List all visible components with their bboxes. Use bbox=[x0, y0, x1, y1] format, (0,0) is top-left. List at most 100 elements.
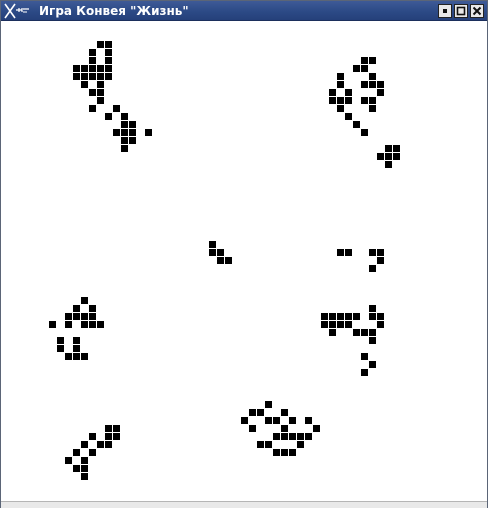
live-cell[interactable] bbox=[313, 425, 320, 432]
live-cell[interactable] bbox=[337, 321, 344, 328]
live-cell[interactable] bbox=[105, 433, 112, 440]
live-cell[interactable] bbox=[65, 353, 72, 360]
live-cell[interactable] bbox=[361, 129, 368, 136]
live-cell[interactable] bbox=[241, 417, 248, 424]
live-cell[interactable] bbox=[265, 401, 272, 408]
live-cell[interactable] bbox=[113, 433, 120, 440]
live-cell[interactable] bbox=[89, 57, 96, 64]
live-cell[interactable] bbox=[97, 321, 104, 328]
live-cell[interactable] bbox=[121, 121, 128, 128]
game-board-grid[interactable] bbox=[3, 23, 484, 498]
live-cell[interactable] bbox=[377, 81, 384, 88]
live-cell[interactable] bbox=[337, 249, 344, 256]
live-cell[interactable] bbox=[273, 433, 280, 440]
live-cell[interactable] bbox=[353, 121, 360, 128]
live-cell[interactable] bbox=[217, 249, 224, 256]
live-cell[interactable] bbox=[393, 153, 400, 160]
live-cell[interactable] bbox=[105, 425, 112, 432]
live-cell[interactable] bbox=[377, 313, 384, 320]
live-cell[interactable] bbox=[369, 81, 376, 88]
live-cell[interactable] bbox=[121, 137, 128, 144]
live-cell[interactable] bbox=[145, 129, 152, 136]
live-cell[interactable] bbox=[361, 329, 368, 336]
live-cell[interactable] bbox=[361, 81, 368, 88]
live-cell[interactable] bbox=[385, 153, 392, 160]
live-cell[interactable] bbox=[353, 65, 360, 72]
app-x-icon[interactable] bbox=[3, 3, 33, 19]
live-cell[interactable] bbox=[249, 409, 256, 416]
live-cell[interactable] bbox=[81, 321, 88, 328]
live-cell[interactable] bbox=[81, 473, 88, 480]
live-cell[interactable] bbox=[89, 65, 96, 72]
live-cell[interactable] bbox=[377, 153, 384, 160]
live-cell[interactable] bbox=[129, 129, 136, 136]
live-cell[interactable] bbox=[305, 417, 312, 424]
live-cell[interactable] bbox=[281, 433, 288, 440]
live-cell[interactable] bbox=[129, 137, 136, 144]
live-cell[interactable] bbox=[249, 425, 256, 432]
live-cell[interactable] bbox=[369, 313, 376, 320]
live-cell[interactable] bbox=[73, 449, 80, 456]
live-cell[interactable] bbox=[105, 73, 112, 80]
live-cell[interactable] bbox=[345, 97, 352, 104]
live-cell[interactable] bbox=[377, 249, 384, 256]
live-cell[interactable] bbox=[361, 369, 368, 376]
live-cell[interactable] bbox=[297, 441, 304, 448]
live-cell[interactable] bbox=[377, 257, 384, 264]
live-cell[interactable] bbox=[89, 449, 96, 456]
live-cell[interactable] bbox=[97, 41, 104, 48]
live-cell[interactable] bbox=[97, 89, 104, 96]
live-cell[interactable] bbox=[81, 457, 88, 464]
live-cell[interactable] bbox=[129, 121, 136, 128]
maximize-button[interactable] bbox=[454, 4, 468, 18]
live-cell[interactable] bbox=[369, 329, 376, 336]
live-cell[interactable] bbox=[209, 249, 216, 256]
live-cell[interactable] bbox=[329, 321, 336, 328]
live-cell[interactable] bbox=[345, 89, 352, 96]
live-cell[interactable] bbox=[329, 97, 336, 104]
live-cell[interactable] bbox=[321, 321, 328, 328]
live-cell[interactable] bbox=[97, 65, 104, 72]
live-cell[interactable] bbox=[65, 313, 72, 320]
live-cell[interactable] bbox=[273, 449, 280, 456]
live-cell[interactable] bbox=[81, 353, 88, 360]
live-cell[interactable] bbox=[305, 433, 312, 440]
live-cell[interactable] bbox=[337, 105, 344, 112]
live-cell[interactable] bbox=[217, 257, 224, 264]
live-cell[interactable] bbox=[369, 105, 376, 112]
live-cell[interactable] bbox=[337, 313, 344, 320]
live-cell[interactable] bbox=[89, 321, 96, 328]
live-cell[interactable] bbox=[89, 313, 96, 320]
title-bar[interactable]: Игра Конвея "Жизнь" bbox=[1, 1, 487, 21]
live-cell[interactable] bbox=[89, 73, 96, 80]
live-cell[interactable] bbox=[281, 409, 288, 416]
live-cell[interactable] bbox=[369, 73, 376, 80]
live-cell[interactable] bbox=[81, 313, 88, 320]
live-cell[interactable] bbox=[361, 97, 368, 104]
live-cell[interactable] bbox=[81, 441, 88, 448]
live-cell[interactable] bbox=[265, 441, 272, 448]
live-cell[interactable] bbox=[281, 449, 288, 456]
live-cell[interactable] bbox=[73, 65, 80, 72]
live-cell[interactable] bbox=[121, 129, 128, 136]
live-cell[interactable] bbox=[89, 105, 96, 112]
live-cell[interactable] bbox=[321, 313, 328, 320]
live-cell[interactable] bbox=[385, 161, 392, 168]
close-button[interactable] bbox=[470, 4, 484, 18]
live-cell[interactable] bbox=[337, 81, 344, 88]
live-cell[interactable] bbox=[105, 113, 112, 120]
live-cell[interactable] bbox=[369, 97, 376, 104]
minimize-button[interactable] bbox=[438, 4, 452, 18]
live-cell[interactable] bbox=[369, 361, 376, 368]
live-cell[interactable] bbox=[289, 433, 296, 440]
live-cell[interactable] bbox=[73, 345, 80, 352]
live-cell[interactable] bbox=[257, 409, 264, 416]
live-cell[interactable] bbox=[329, 89, 336, 96]
live-cell[interactable] bbox=[73, 337, 80, 344]
live-cell[interactable] bbox=[377, 89, 384, 96]
live-cell[interactable] bbox=[361, 65, 368, 72]
live-cell[interactable] bbox=[369, 305, 376, 312]
live-cell[interactable] bbox=[97, 441, 104, 448]
live-cell[interactable] bbox=[393, 145, 400, 152]
live-cell[interactable] bbox=[297, 433, 304, 440]
